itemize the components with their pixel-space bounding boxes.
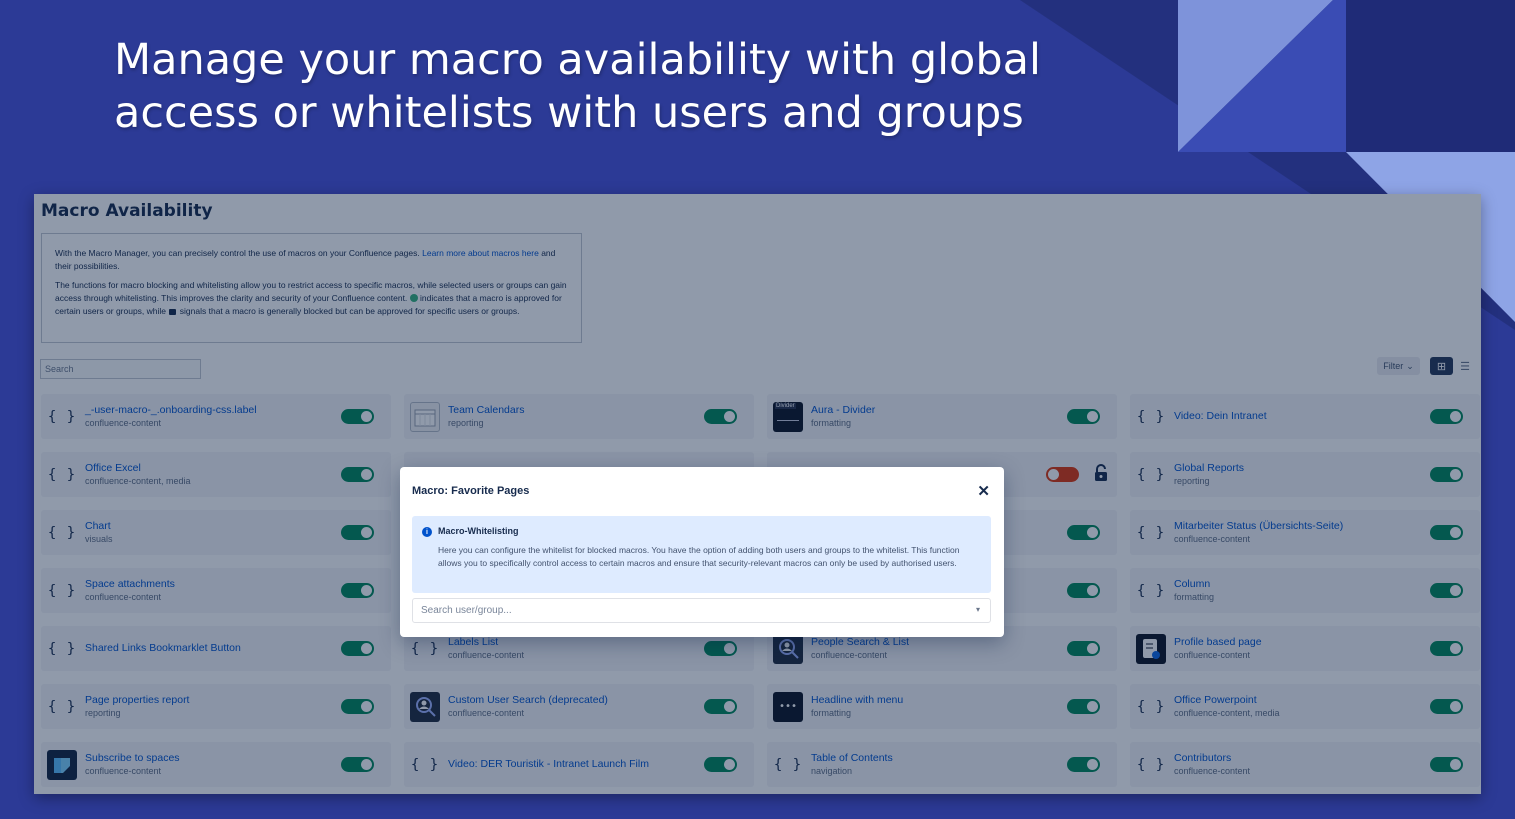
chevron-down-icon: ▾ [975, 605, 980, 614]
headline-line-1: Manage your macro availability with glob… [114, 35, 1041, 85]
notice-text: Here you can configure the whitelist for… [438, 545, 960, 568]
user-group-search-placeholder: Search user/group... [421, 605, 512, 616]
user-group-search-select[interactable]: Search user/group... ▾ [412, 598, 991, 623]
modal-title: Macro: Favorite Pages [412, 485, 530, 497]
close-icon[interactable]: ✕ [977, 482, 990, 500]
headline: Manage your macro availability with glob… [114, 34, 1074, 140]
info-icon: i [422, 527, 432, 537]
whitelisting-notice: i Macro-Whitelisting Here you can config… [412, 516, 991, 593]
headline-line-2: access or whitelists with users and grou… [114, 88, 1024, 138]
app-screenshot: Macro Availability With the Macro Manage… [34, 194, 1481, 794]
notice-title: Macro-Whitelisting [438, 526, 519, 536]
whitelist-modal: Macro: Favorite Pages ✕ i Macro-Whitelis… [400, 467, 1004, 637]
